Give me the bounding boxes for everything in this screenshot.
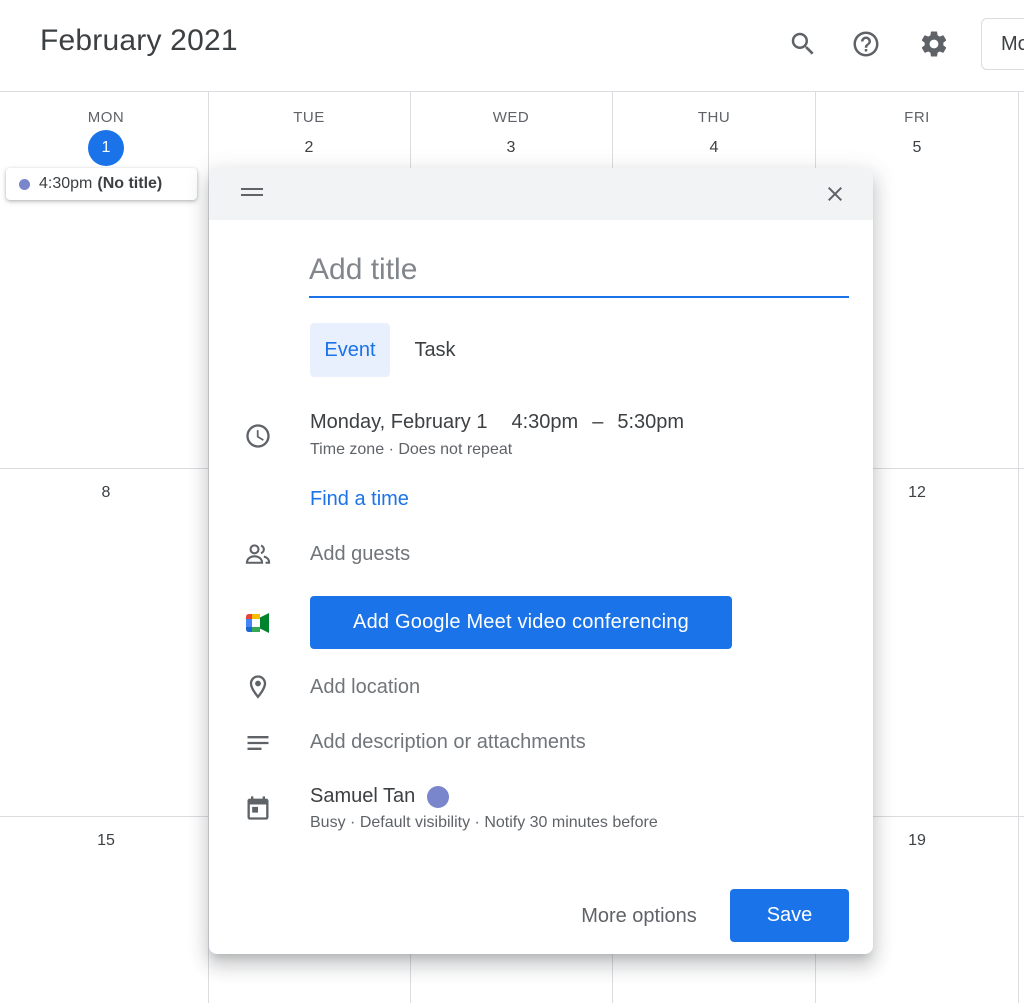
drag-handle-icon[interactable] — [241, 188, 263, 198]
day-of-week: WED — [492, 109, 530, 126]
event-date[interactable]: Monday, February 1 — [310, 411, 488, 433]
repeat-link[interactable]: Does not repeat — [398, 441, 512, 458]
guests-icon — [243, 539, 273, 569]
description-icon — [243, 728, 273, 758]
calendar-icon — [243, 793, 273, 823]
dialog-header — [209, 168, 873, 220]
calendar-options: Busy · Default visibility · Notify 30 mi… — [310, 814, 658, 832]
settings-icon — [921, 31, 947, 57]
month-title: February 2021 — [40, 24, 238, 57]
grid-line — [1018, 92, 1019, 1003]
availability-link[interactable]: Busy — [310, 814, 346, 831]
search-icon — [791, 32, 814, 55]
event-title: (No title) — [97, 175, 163, 192]
visibility-link[interactable]: Default visibility — [360, 814, 470, 831]
event-color-dot — [19, 178, 30, 190]
day-date[interactable]: 15 — [5, 832, 207, 850]
add-location-field[interactable]: Add location — [310, 676, 420, 699]
datetime-options: Time zone · Does not repeat — [310, 441, 512, 459]
day-date[interactable]: 8 — [5, 484, 207, 502]
help-icon — [853, 31, 879, 57]
google-meet-icon — [243, 608, 273, 638]
day-date[interactable]: 3 — [493, 130, 529, 166]
close-button[interactable] — [819, 178, 851, 210]
separator-dot: · — [388, 441, 394, 458]
time-zone-link[interactable]: Time zone — [310, 441, 384, 458]
calendar-color-dot — [427, 785, 450, 808]
event-time: 4:30pm — [39, 175, 93, 192]
day-of-week: THU — [697, 109, 731, 126]
find-a-time-link[interactable]: Find a time — [310, 488, 409, 511]
more-options-button[interactable]: More options — [559, 890, 719, 942]
add-google-meet-button[interactable]: Add Google Meet video conferencing — [310, 596, 732, 649]
day-cell-mon[interactable]: MON 1 — [5, 92, 207, 166]
day-date[interactable]: 2 — [291, 130, 327, 166]
add-guests-field[interactable]: Add guests — [310, 543, 410, 566]
tab-event[interactable]: Event — [310, 323, 390, 377]
today-date[interactable]: 1 — [88, 130, 124, 166]
save-button[interactable]: Save — [730, 889, 849, 942]
day-of-week: MON — [87, 109, 125, 126]
day-cell-fri[interactable]: FRI 5 — [816, 92, 1018, 166]
view-switcher-button[interactable]: Mo — [981, 18, 1024, 70]
calendar-owner: Samuel Tan — [310, 785, 416, 807]
day-of-week: FRI — [904, 109, 930, 126]
title-input[interactable] — [309, 250, 849, 298]
calendar-selector[interactable]: Samuel Tan — [310, 785, 450, 808]
event-datetime: Monday, February 1 4:30pm –5:30pm — [310, 411, 684, 434]
close-icon — [828, 187, 842, 201]
separator-dot: · — [474, 814, 480, 831]
top-bar: February 2021 Mo — [0, 0, 1024, 92]
event-start-time[interactable]: 4:30pm — [512, 411, 579, 433]
day-date[interactable]: 5 — [899, 130, 935, 166]
day-cell-thu[interactable]: THU 4 — [613, 92, 815, 166]
help-button[interactable] — [846, 24, 886, 64]
clock-icon — [243, 421, 273, 451]
day-of-week: TUE — [293, 109, 325, 126]
location-pin-icon — [243, 672, 273, 702]
event-end-time[interactable]: 5:30pm — [617, 411, 684, 433]
add-description-field[interactable]: Add description or attachments — [310, 731, 586, 754]
day-cell-tue[interactable]: TUE 2 — [208, 92, 410, 166]
event-chip[interactable]: 4:30pm (No title) — [6, 168, 197, 200]
notification-link[interactable]: Notify 30 minutes before — [484, 814, 657, 831]
day-cell-wed[interactable]: WED 3 — [410, 92, 612, 166]
time-separator: – — [592, 411, 604, 433]
settings-button[interactable] — [914, 24, 954, 64]
quick-create-dialog: Event Task Monday, February 1 4:30pm–5:30… — [209, 168, 873, 954]
search-button[interactable] — [783, 24, 823, 64]
tab-task[interactable]: Task — [403, 323, 467, 377]
separator-dot: · — [350, 814, 356, 831]
day-date[interactable]: 4 — [696, 130, 732, 166]
